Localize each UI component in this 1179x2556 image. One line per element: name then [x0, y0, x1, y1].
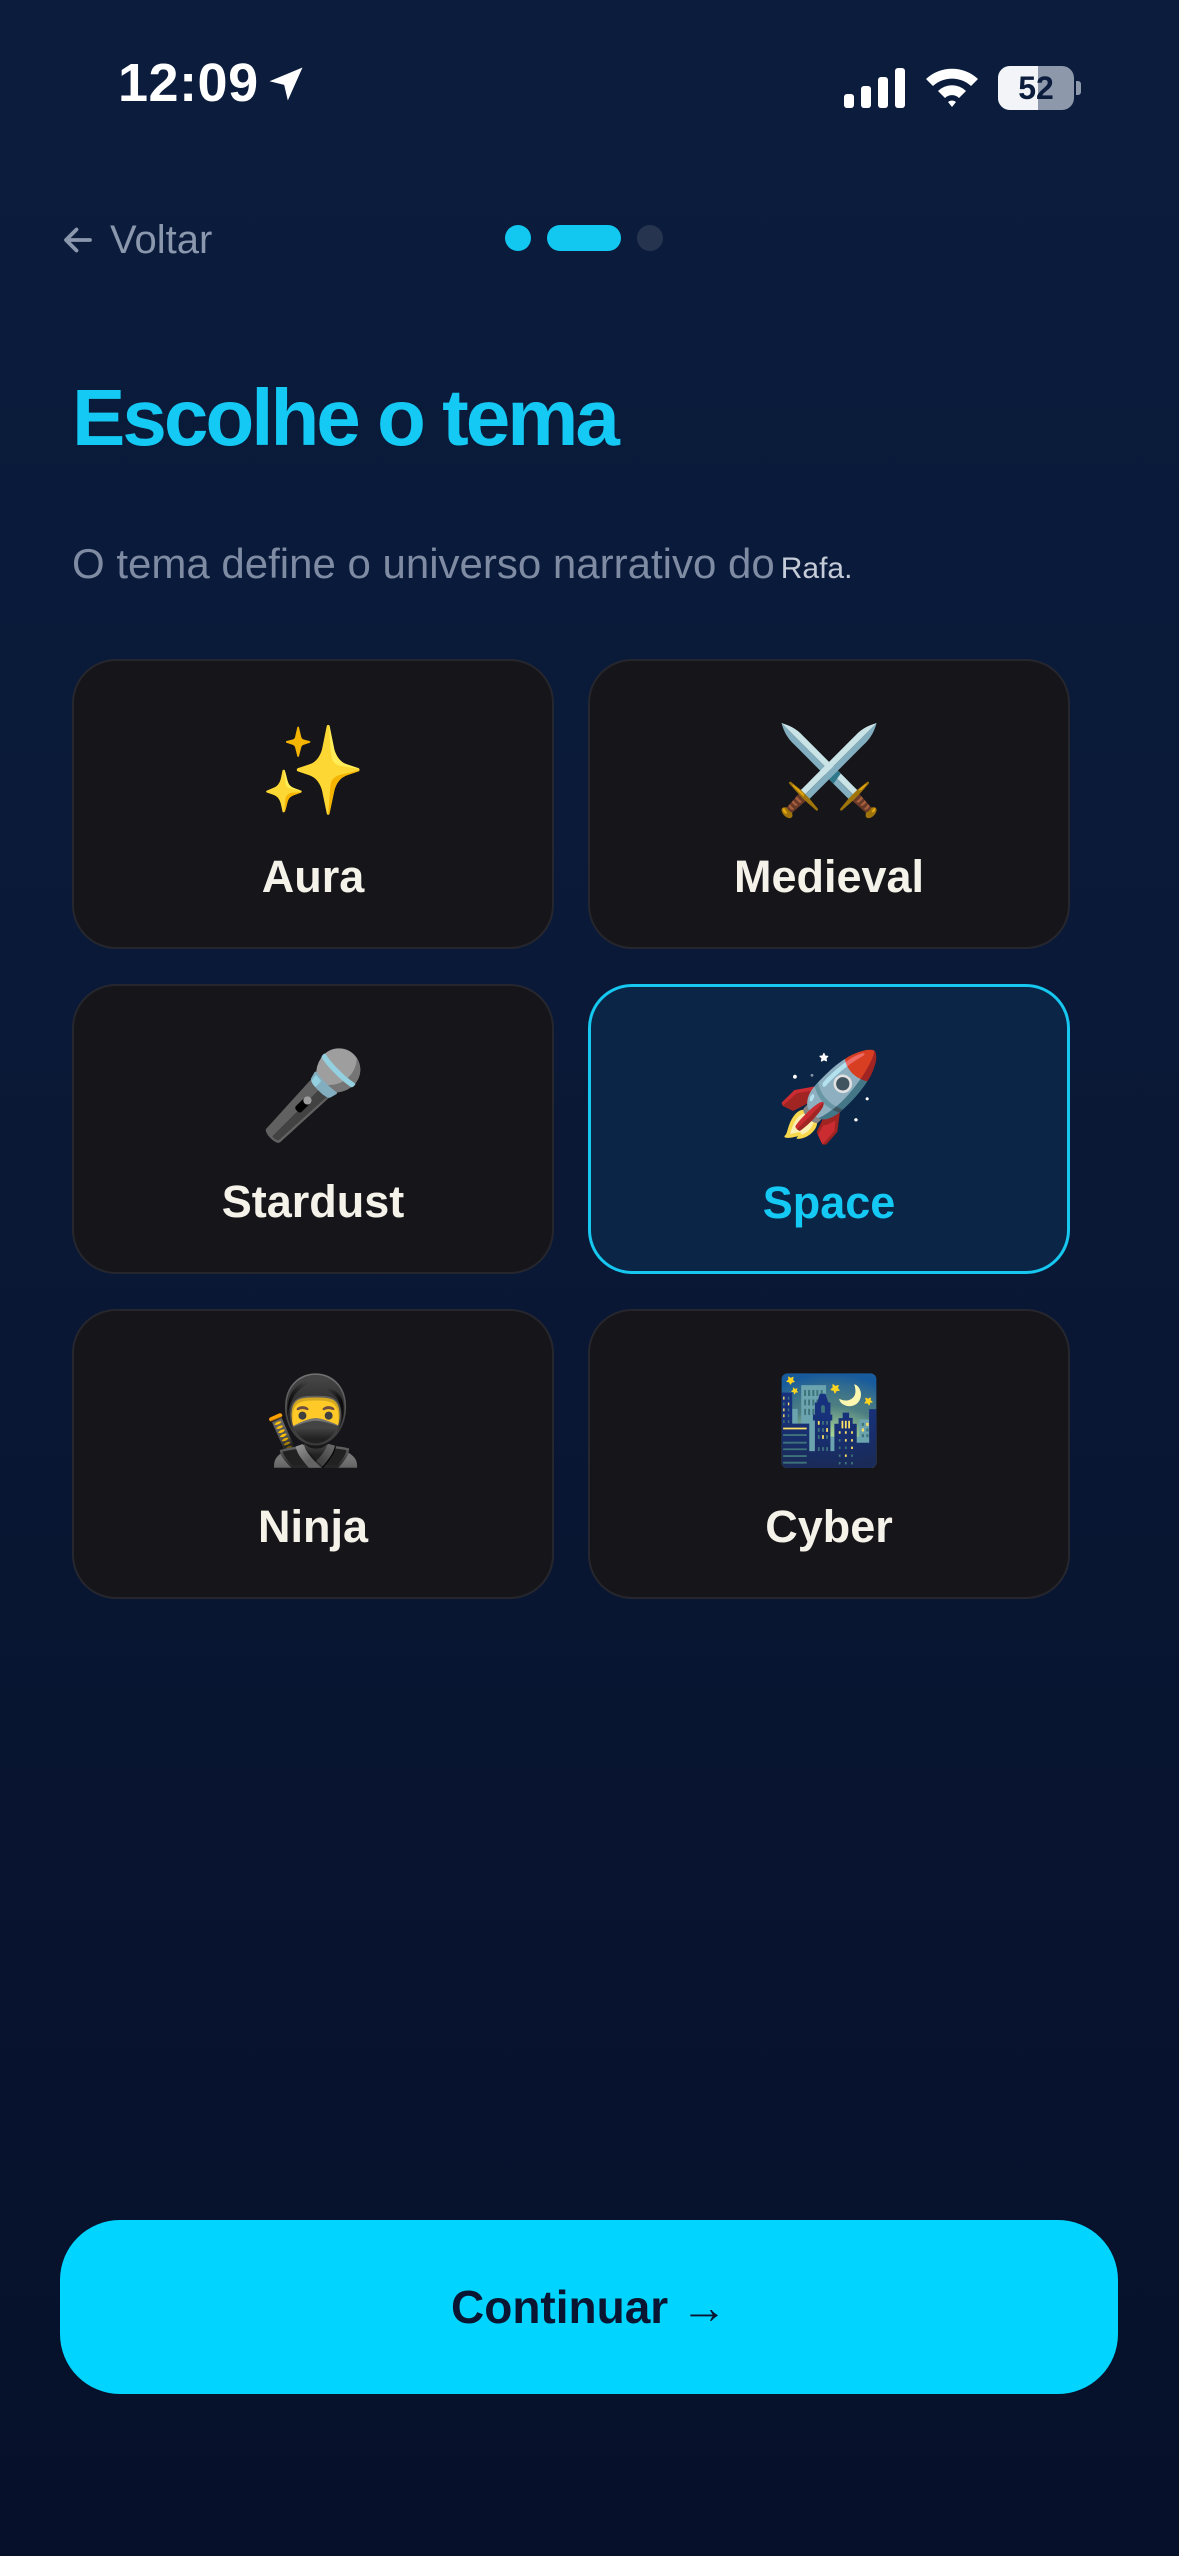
theme-card-space-selected[interactable]: 🚀 Space — [588, 984, 1070, 1274]
battery-indicator: 52 — [998, 66, 1082, 110]
page-subtitle: O tema define o universo narrativo do Raf… — [72, 540, 852, 588]
back-button[interactable]: Voltar — [60, 212, 212, 268]
theme-label: Medieval — [733, 851, 925, 902]
theme-label: Cyber — [765, 1501, 893, 1552]
microphone-icon: 🎤 — [259, 1048, 367, 1144]
theme-card-ninja[interactable]: 🥷 Ninja — [72, 1309, 554, 1599]
battery-percentage: 52 — [1018, 70, 1054, 106]
rocket-icon: 🚀 — [775, 1049, 883, 1145]
theme-card-aura[interactable]: ✨ Aura — [72, 659, 554, 949]
theme-card-stardust[interactable]: 🎤 Stardust — [72, 984, 554, 1274]
step-dot-3 — [637, 225, 663, 251]
theme-label: Stardust — [221, 1176, 405, 1227]
status-time: 12:09 — [118, 53, 259, 113]
ninja-icon: 🥷 — [259, 1373, 367, 1469]
user-name: Rafa. — [780, 552, 853, 585]
step-dot-2-active — [547, 225, 621, 251]
step-dot-1 — [505, 225, 531, 251]
arrow-left-icon — [64, 227, 92, 253]
theme-card-cyber[interactable]: 🌃 Cyber — [588, 1309, 1070, 1599]
location-arrow-icon — [269, 67, 303, 101]
night-city-icon: 🌃 — [775, 1373, 883, 1469]
back-label: Voltar — [110, 217, 213, 262]
wifi-icon — [926, 68, 978, 107]
theme-card-medieval[interactable]: ⚔️ Medieval — [588, 659, 1070, 949]
cellular-signal-icon — [844, 68, 905, 108]
subtitle-text: O tema define o universo narrativo do — [72, 540, 775, 587]
crossed-swords-icon: ⚔️ — [775, 723, 883, 819]
page-title: Escolhe o tema — [72, 373, 620, 462]
theme-label: Space — [762, 1177, 896, 1228]
status-bar: 12:09 52 — [0, 0, 1179, 175]
continue-button[interactable]: Continuar → — [60, 2220, 1118, 2394]
theme-grid: ✨ Aura ⚔️ Medieval 🎤 Stardust 🚀 Space 🥷 … — [72, 659, 1074, 1605]
theme-label: Ninja — [257, 1501, 369, 1552]
theme-label: Aura — [261, 851, 365, 902]
sparkles-icon: ✨ — [259, 723, 367, 819]
